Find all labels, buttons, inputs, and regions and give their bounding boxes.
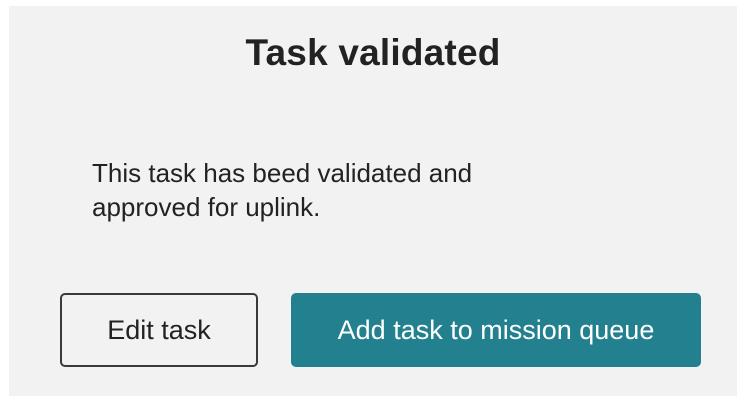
edit-task-button[interactable]: Edit task xyxy=(60,293,258,367)
add-to-mission-queue-button[interactable]: Add task to mission queue xyxy=(291,293,701,367)
dialog-title: Task validated xyxy=(245,32,501,73)
dialog-message: This task has beed validated and approve… xyxy=(92,158,473,222)
task-validated-dialog: Task validated This task has beed valida… xyxy=(9,6,737,396)
